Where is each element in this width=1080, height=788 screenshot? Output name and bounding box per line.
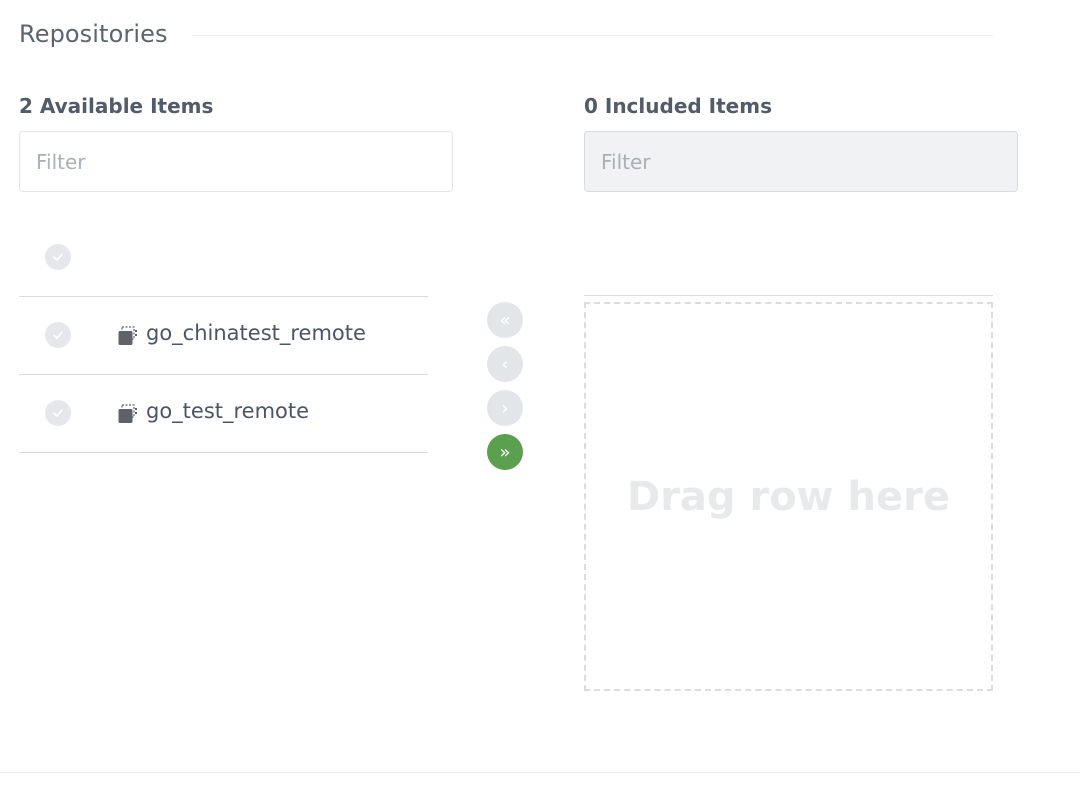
footer-divider bbox=[0, 772, 1080, 773]
transfer-buttons: « ‹ › » bbox=[487, 302, 525, 478]
remote-repo-icon bbox=[118, 326, 137, 345]
repositories-transfer-page: Repositories 2 Available Items 0 Include… bbox=[0, 0, 1080, 788]
check-icon[interactable] bbox=[45, 400, 71, 426]
add-all-button[interactable]: » bbox=[487, 434, 523, 470]
select-all-row bbox=[19, 218, 428, 297]
select-all-check-icon[interactable] bbox=[45, 244, 71, 270]
section-title: Repositories bbox=[19, 20, 168, 48]
remove-selected-button[interactable]: ‹ bbox=[487, 346, 523, 382]
included-dropzone[interactable]: Drag row here bbox=[584, 302, 993, 691]
included-items-heading: 0 Included Items bbox=[584, 94, 772, 118]
included-list-divider bbox=[584, 295, 993, 296]
available-items-list: go_chinatest_remote go_test_remote bbox=[19, 218, 428, 453]
list-item-label: go_test_remote bbox=[146, 399, 310, 423]
add-selected-button[interactable]: › bbox=[487, 390, 523, 426]
section-header: Repositories bbox=[19, 16, 993, 52]
remote-repo-icon bbox=[118, 404, 137, 423]
included-filter-input[interactable] bbox=[584, 131, 1018, 192]
section-divider bbox=[191, 34, 993, 36]
available-items-heading: 2 Available Items bbox=[19, 94, 214, 118]
list-item[interactable]: go_test_remote bbox=[19, 375, 428, 453]
available-filter-input[interactable] bbox=[19, 131, 453, 192]
list-item[interactable]: go_chinatest_remote bbox=[19, 297, 428, 375]
dropzone-label: Drag row here bbox=[626, 473, 951, 520]
list-item-label: go_chinatest_remote bbox=[146, 321, 366, 345]
remove-all-button[interactable]: « bbox=[487, 302, 523, 338]
check-icon[interactable] bbox=[45, 322, 71, 348]
